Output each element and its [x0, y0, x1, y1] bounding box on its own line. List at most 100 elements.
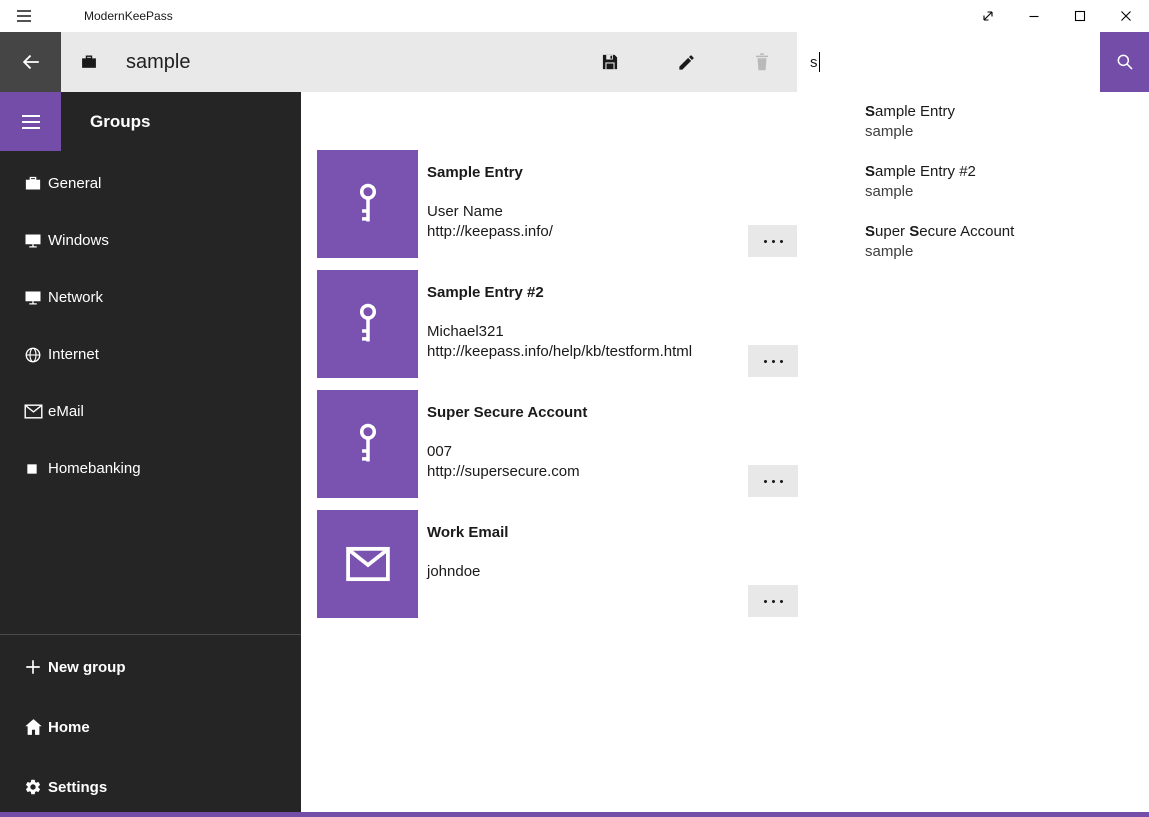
sidebar-item-internet[interactable]: Internet — [0, 326, 301, 383]
sidebar-item-homebanking[interactable]: Homebanking — [0, 440, 301, 497]
save-icon — [600, 52, 620, 72]
entry-title: Sample Entry — [427, 163, 553, 183]
maximize-button[interactable] — [1057, 0, 1103, 32]
trash-icon — [753, 52, 771, 72]
suggestion-group: sample — [865, 182, 1137, 202]
suggestion-title: Sample Entry #2 — [865, 162, 1137, 182]
entry-tile — [317, 390, 418, 498]
entry-row[interactable]: Sample Entry User Name http://keepass.in… — [317, 150, 798, 258]
suggestion-group: sample — [865, 122, 1137, 142]
envelope-icon — [345, 546, 391, 582]
entry-row[interactable]: Work Email johndoe — [317, 510, 798, 618]
sidebar-item-email[interactable]: eMail — [0, 383, 301, 440]
groups-heading: Groups — [90, 112, 150, 132]
entry-info: Work Email johndoe — [427, 523, 508, 582]
window-controls — [965, 0, 1149, 32]
more-icon — [764, 360, 767, 363]
action-label: Home — [48, 719, 90, 736]
briefcase-icon — [0, 175, 48, 192]
entry-tile — [317, 150, 418, 258]
entry-username: johndoe — [427, 562, 508, 582]
database-header: sample — [80, 32, 190, 92]
entry-row[interactable]: Super Secure Account 007 http://supersec… — [317, 390, 798, 498]
search-suggestion[interactable]: Sample Entry sample — [797, 94, 1149, 154]
edit-button[interactable] — [662, 32, 710, 92]
delete-button[interactable] — [738, 32, 786, 92]
more-icon — [764, 240, 767, 243]
app-title: ModernKeePass — [84, 9, 173, 23]
suggestion-group: sample — [865, 242, 1137, 262]
more-icon — [764, 480, 767, 483]
edit-pencil-icon — [677, 53, 696, 72]
search-icon — [1115, 52, 1135, 72]
search-suggestion[interactable]: Super Secure Account sample — [797, 214, 1149, 274]
database-icon — [80, 54, 98, 70]
action-label: New group — [48, 659, 126, 676]
hamburger-icon — [21, 114, 41, 130]
sidebar-item-label: Network — [48, 289, 103, 306]
entry-title: Work Email — [427, 523, 508, 543]
group-list: General Windows Network Internet eMail — [0, 155, 301, 497]
search-suggestions: Sample Entry sample Sample Entry #2 samp… — [797, 92, 1149, 274]
back-button[interactable] — [0, 32, 61, 92]
entry-info: Sample Entry User Name http://keepass.in… — [427, 163, 553, 242]
save-button[interactable] — [586, 32, 634, 92]
search-suggestion[interactable]: Sample Entry #2 sample — [797, 154, 1149, 214]
entry-title: Super Secure Account — [427, 403, 587, 423]
more-button[interactable] — [748, 225, 798, 257]
minimize-button[interactable] — [1011, 0, 1057, 32]
monitor-icon — [0, 232, 48, 249]
key-icon — [347, 301, 389, 347]
entry-title: Sample Entry #2 — [427, 283, 692, 303]
entry-tile — [317, 510, 418, 618]
entry-row[interactable]: Sample Entry #2 Michael321 http://keepas… — [317, 270, 798, 378]
entry-url: http://keepass.info/help/kb/testform.htm… — [427, 342, 692, 362]
sidebar-item-network[interactable]: Network — [0, 269, 301, 326]
envelope-icon — [0, 404, 48, 419]
sidebar-item-label: Internet — [48, 346, 99, 363]
sidebar-header: Groups — [0, 92, 301, 151]
sidebar-item-label: eMail — [48, 403, 84, 420]
entry-username: Michael321 — [427, 322, 692, 342]
search-input[interactable]: s — [797, 32, 1100, 92]
settings-button[interactable]: Settings — [0, 757, 301, 817]
home-button[interactable]: Home — [0, 697, 301, 757]
entry-info: Sample Entry #2 Michael321 http://keepas… — [427, 283, 692, 362]
command-bar — [586, 32, 786, 92]
new-group-button[interactable]: New group — [0, 637, 301, 697]
home-icon — [0, 718, 48, 736]
action-label: Settings — [48, 779, 107, 796]
sidebar: Groups General Windows Network Internet — [0, 92, 301, 817]
entry-url: http://supersecure.com — [427, 462, 587, 482]
entry-url: http://keepass.info/ — [427, 222, 553, 242]
sidebar-item-windows[interactable]: Windows — [0, 212, 301, 269]
gear-icon — [0, 778, 48, 796]
close-button[interactable] — [1103, 0, 1149, 32]
key-icon — [347, 421, 389, 467]
entry-tile — [317, 270, 418, 378]
database-title: sample — [126, 51, 190, 74]
titlebar-hamburger-icon[interactable] — [0, 0, 48, 32]
more-icon — [764, 600, 767, 603]
text-caret — [819, 52, 820, 72]
sidebar-item-general[interactable]: General — [0, 155, 301, 212]
nav-hamburger-button[interactable] — [0, 92, 61, 151]
accent-bar — [0, 812, 1149, 817]
search-input-value: s — [810, 54, 818, 71]
sidebar-divider — [0, 634, 301, 635]
titlebar: ModernKeePass — [0, 0, 1149, 32]
network-icon — [0, 289, 48, 306]
more-button[interactable] — [748, 585, 798, 617]
entry-username: 007 — [427, 442, 587, 462]
more-button[interactable] — [748, 465, 798, 497]
more-button[interactable] — [748, 345, 798, 377]
search-button[interactable] — [1100, 32, 1149, 92]
globe-icon — [0, 346, 48, 364]
suggestion-title: Sample Entry — [865, 102, 1137, 122]
suggestion-title: Super Secure Account — [865, 222, 1137, 242]
sidebar-actions: New group Home Settings — [0, 637, 301, 817]
sidebar-item-label: Windows — [48, 232, 109, 249]
key-icon — [347, 181, 389, 227]
fullscreen-button[interactable] — [965, 0, 1011, 32]
plus-icon — [0, 658, 48, 676]
